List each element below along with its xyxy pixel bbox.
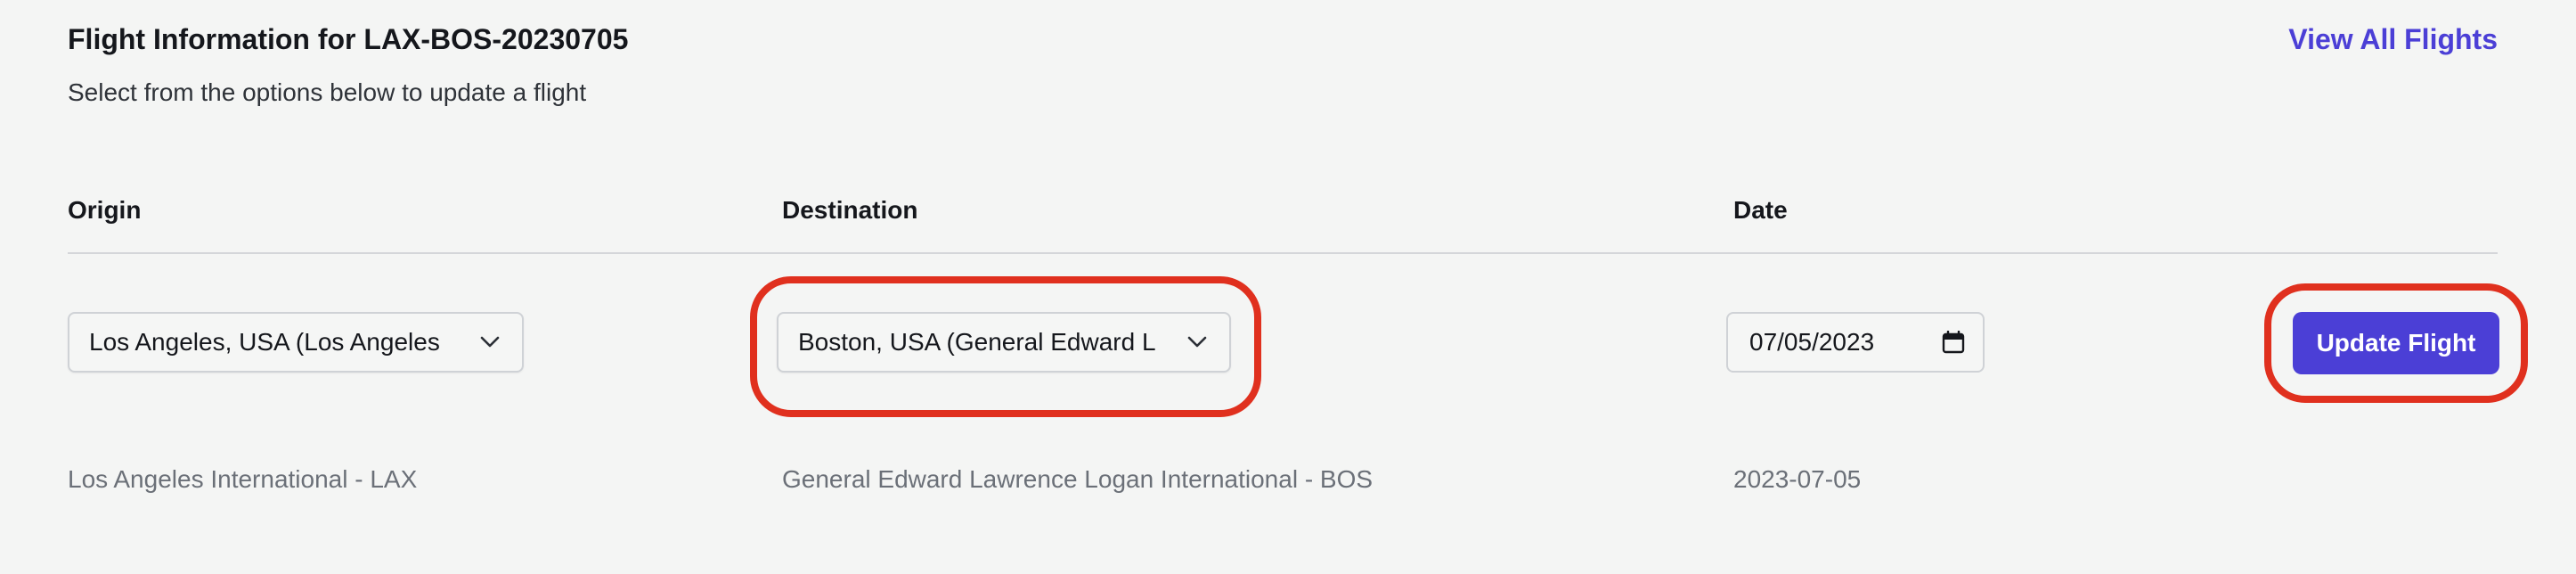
update-flight-button[interactable]: Update Flight <box>2293 312 2499 374</box>
date-column-header: Date <box>1733 196 1788 224</box>
origin-select[interactable]: Los Angeles, USA (Los Angeles <box>68 312 524 373</box>
origin-select-value: Los Angeles, USA (Los Angeles <box>89 328 440 356</box>
destination-airport-detail: General Edward Lawrence Logan Internatio… <box>782 465 1374 493</box>
chevron-down-icon <box>1183 328 1211 357</box>
destination-select[interactable]: Boston, USA (General Edward L <box>777 312 1231 373</box>
chevron-down-icon <box>476 328 504 357</box>
header-divider <box>68 252 2498 254</box>
date-detail: 2023-07-05 <box>1733 465 1862 493</box>
destination-column-header: Destination <box>782 196 918 224</box>
view-all-flights-link[interactable]: View All Flights <box>2288 20 2498 59</box>
page-subtitle: Select from the options below to update … <box>68 78 587 106</box>
calendar-icon[interactable] <box>1940 329 1967 356</box>
destination-select-value: Boston, USA (General Edward L <box>798 328 1156 356</box>
date-input[interactable]: 07/05/2023 <box>1726 312 1985 373</box>
date-input-value: 07/05/2023 <box>1749 328 1875 356</box>
origin-airport-detail: Los Angeles International - LAX <box>68 465 418 493</box>
origin-column-header: Origin <box>68 196 142 224</box>
page-title: Flight Information for LAX-BOS-20230705 <box>68 23 629 55</box>
